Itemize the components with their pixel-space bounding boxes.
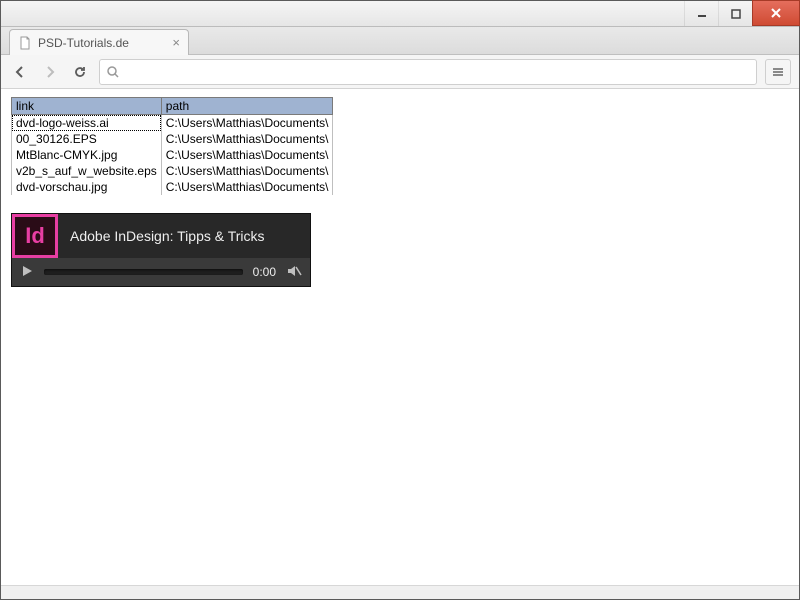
search-icon xyxy=(106,65,120,79)
status-bar xyxy=(1,585,799,599)
reload-icon xyxy=(72,64,88,80)
browser-window: PSD-Tutorials.de × link path xyxy=(0,0,800,600)
menu-button[interactable] xyxy=(765,59,791,85)
play-icon xyxy=(20,264,34,278)
cell-path: C:\Users\Matthias\Documents\ xyxy=(161,131,333,147)
maximize-icon xyxy=(731,9,741,19)
cell-link: dvd-logo-weiss.ai xyxy=(12,115,162,132)
video-player: Id Adobe InDesign: Tipps & Tricks 0:00 xyxy=(11,213,311,287)
time-display: 0:00 xyxy=(253,265,276,279)
cell-link: 00_30126.EPS xyxy=(12,131,162,147)
address-bar[interactable] xyxy=(99,59,757,85)
minimize-icon xyxy=(697,9,707,19)
maximize-button[interactable] xyxy=(718,1,752,26)
speaker-muted-icon xyxy=(286,264,302,278)
cell-path: C:\Users\Matthias\Documents\ xyxy=(161,147,333,163)
window-titlebar xyxy=(1,1,799,27)
arrow-left-icon xyxy=(12,64,28,80)
tab-strip: PSD-Tutorials.de × xyxy=(1,27,799,55)
table-row[interactable]: dvd-vorschau.jpgC:\Users\Matthias\Docume… xyxy=(12,179,333,195)
col-link[interactable]: link xyxy=(12,98,162,115)
table-header-row: link path xyxy=(12,98,333,115)
page-icon xyxy=(18,36,32,50)
close-icon xyxy=(770,7,782,19)
cell-link: MtBlanc-CMYK.jpg xyxy=(12,147,162,163)
cell-link: v2b_s_auf_w_website.eps xyxy=(12,163,162,179)
back-button[interactable] xyxy=(9,61,31,83)
browser-tab[interactable]: PSD-Tutorials.de × xyxy=(9,29,189,55)
col-path[interactable]: path xyxy=(161,98,333,115)
play-button[interactable] xyxy=(20,264,34,281)
table-row[interactable]: v2b_s_auf_w_website.epsC:\Users\Matthias… xyxy=(12,163,333,179)
progress-bar[interactable] xyxy=(44,269,243,275)
tab-close-icon[interactable]: × xyxy=(172,36,180,49)
reload-button[interactable] xyxy=(69,61,91,83)
table-row[interactable]: 00_30126.EPSC:\Users\Matthias\Documents\ xyxy=(12,131,333,147)
hamburger-icon xyxy=(771,65,785,79)
forward-button[interactable] xyxy=(39,61,61,83)
cell-link: dvd-vorschau.jpg xyxy=(12,179,162,195)
player-controls: 0:00 xyxy=(12,258,310,286)
minimize-button[interactable] xyxy=(684,1,718,26)
video-title: Adobe InDesign: Tipps & Tricks xyxy=(58,228,310,244)
indesign-app-icon: Id xyxy=(12,214,58,258)
cell-path: C:\Users\Matthias\Documents\ xyxy=(161,179,333,195)
tab-title: PSD-Tutorials.de xyxy=(38,36,129,50)
mute-button[interactable] xyxy=(286,264,302,281)
player-header: Id Adobe InDesign: Tipps & Tricks xyxy=(12,214,310,258)
close-button[interactable] xyxy=(752,0,800,26)
table-row[interactable]: dvd-logo-weiss.aiC:\Users\Matthias\Docum… xyxy=(12,115,333,132)
table-row[interactable]: MtBlanc-CMYK.jpgC:\Users\Matthias\Docume… xyxy=(12,147,333,163)
cell-path: C:\Users\Matthias\Documents\ xyxy=(161,115,333,132)
cell-path: C:\Users\Matthias\Documents\ xyxy=(161,163,333,179)
links-table: link path dvd-logo-weiss.aiC:\Users\Matt… xyxy=(11,97,333,195)
browser-toolbar xyxy=(1,55,799,89)
arrow-right-icon xyxy=(42,64,58,80)
page-content: link path dvd-logo-weiss.aiC:\Users\Matt… xyxy=(1,89,799,585)
